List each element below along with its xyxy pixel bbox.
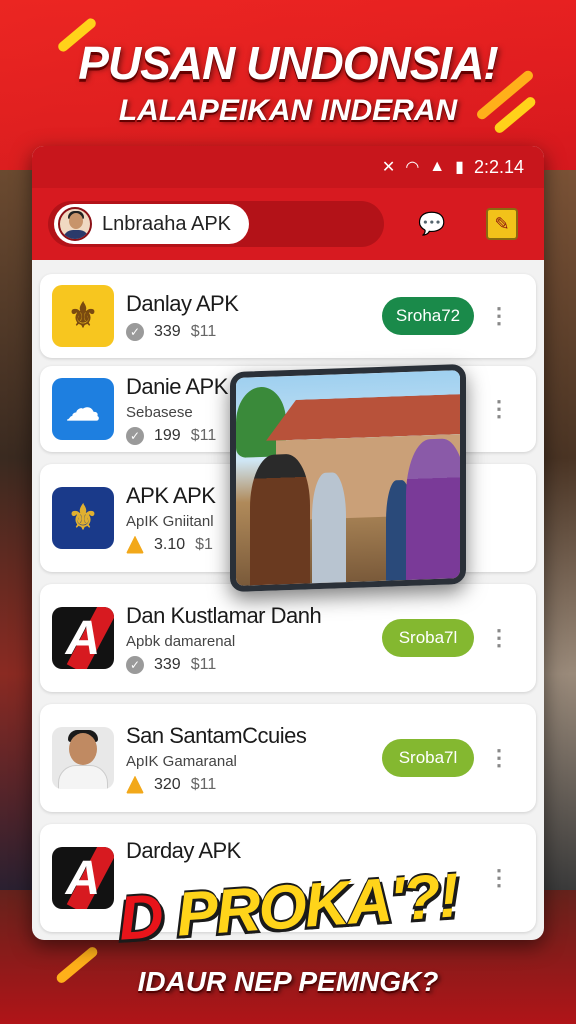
app-size: $11 — [190, 655, 217, 673]
list-item[interactable]: ⚜ Danlay APK ✓ 339 $11 Sroha72 ⋮ — [40, 274, 536, 358]
person-photo-icon — [52, 727, 114, 789]
more-options-icon[interactable]: ⋮ — [488, 396, 510, 422]
battery-icon: ▮ — [455, 159, 464, 176]
check-icon: ✓ — [126, 426, 144, 445]
wifi-icon: ◠ — [405, 159, 420, 176]
edit-icon[interactable]: ✎ — [486, 208, 518, 240]
app-size: $11 — [190, 323, 217, 340]
app-size: $1 — [195, 535, 213, 553]
get-button[interactable]: Sroba7l — [382, 739, 474, 777]
check-icon: ✓ — [126, 323, 144, 341]
app-rating: 199 — [154, 426, 181, 444]
app-size: $11 — [190, 426, 217, 444]
warning-icon — [126, 535, 144, 554]
get-button[interactable]: Sroba7l — [382, 619, 474, 657]
background-scene-left — [0, 170, 34, 890]
list-item[interactable]: A Dan Kustlamar Danh Apbk damarenal ✓ 33… — [40, 584, 536, 692]
warning-icon — [126, 775, 144, 794]
more-options-icon[interactable]: ⋮ — [488, 625, 510, 651]
app-rating: 339 — [154, 655, 181, 673]
more-options-icon[interactable]: ⋮ — [488, 745, 510, 771]
app-rating: 3.10 — [154, 535, 186, 553]
status-time: 2:2.14 — [473, 156, 524, 177]
banner-subheadline: LALAPEIKAN INDERAN — [118, 94, 458, 127]
garuda-yellow-icon: ⚜ — [52, 285, 114, 347]
chat-bubble-icon[interactable]: 💬 — [416, 208, 448, 240]
signal-icon: ▲ — [429, 158, 446, 175]
banner-headline: PUSAN UNDONSIA! — [78, 37, 498, 89]
avatar[interactable] — [58, 207, 92, 241]
background-scene-right — [542, 170, 576, 890]
promo-photo — [230, 363, 466, 593]
no-sound-icon: ✕ — [381, 159, 396, 176]
search-bar[interactable]: Lnbraaha APK — [48, 201, 384, 247]
banner-footer: IDAUR NEP PEMNGK? — [137, 966, 439, 997]
app-meta: ✓ 339 $11 — [126, 655, 524, 674]
app-meta: 320 $11 — [126, 775, 524, 794]
more-options-icon[interactable]: ⋮ — [488, 303, 510, 329]
status-bar: ✕ ◠ ▲ ▮ 2:2.14 — [32, 146, 544, 188]
app-size: $11 — [190, 775, 217, 793]
search-inner[interactable]: Lnbraaha APK — [54, 204, 249, 244]
app-bar: Lnbraaha APK 💬 ✎ — [32, 188, 544, 260]
get-button[interactable]: Sroha72 — [382, 297, 474, 335]
garuda-blue-icon: ⚜ — [52, 487, 114, 549]
app-rating: 339 — [154, 323, 181, 340]
app-list: ⚜ Danlay APK ✓ 339 $11 Sroha72 ⋮ ☁ Danie… — [32, 260, 544, 932]
app-rating: 320 — [154, 775, 181, 793]
letter-a-icon: A — [52, 607, 114, 669]
promo-prefix: D — [116, 881, 164, 954]
check-icon: ✓ — [126, 655, 144, 674]
cloud-icon: ☁ — [52, 378, 114, 440]
list-item[interactable]: San SantamCcuies ApIK Gamaranal 320 $11 … — [40, 704, 536, 812]
search-label: Lnbraaha APK — [102, 212, 231, 235]
